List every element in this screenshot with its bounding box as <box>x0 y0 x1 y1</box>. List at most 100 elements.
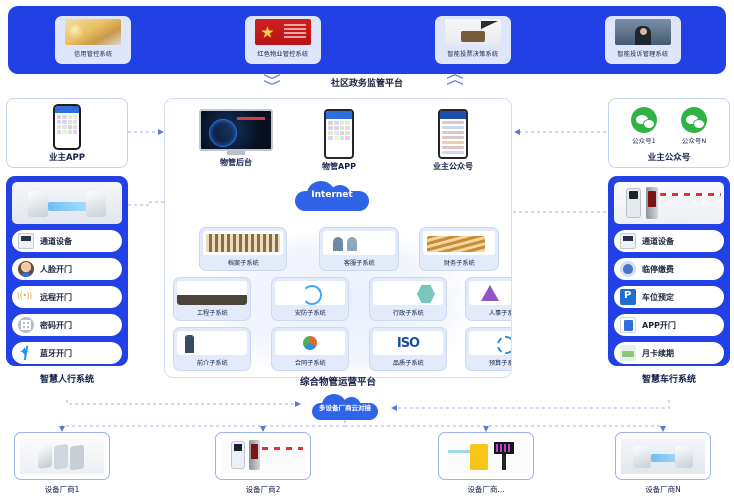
wechat-accounts: 公众号1 公众号N <box>609 107 729 145</box>
gov-card-complaint[interactable]: 智能投诉管理系统 <box>605 16 681 64</box>
subsystem-hr[interactable]: 人事子系统 <box>465 277 511 321</box>
subsystem-label: 行政子系统 <box>392 309 424 317</box>
subsystem-label: 预算子系统 <box>488 359 511 367</box>
feature-bluetooth-open[interactable]: 蓝牙开门 <box>12 342 122 364</box>
feature-password-open[interactable]: 密码开门 <box>12 314 122 336</box>
channel-device-icon <box>620 233 636 249</box>
subsystem-thumb <box>177 281 247 305</box>
feature-label: 通道设备 <box>40 236 72 246</box>
feature-label: 密码开门 <box>40 320 72 330</box>
wechat-account-label: 公众号N <box>681 137 707 145</box>
subsystem-engineering[interactable]: 工程子系统 <box>173 277 251 321</box>
subsystem-thumb <box>323 231 395 255</box>
meeting-thumb-icon <box>445 19 501 45</box>
feature-channel-device[interactable]: 通道设备 <box>12 230 122 252</box>
gov-card-label: 智能投诉管理系统 <box>617 50 669 58</box>
subsystem-budget[interactable]: 预算子系统 <box>465 327 511 371</box>
subsystem-customer-service[interactable]: 客服子系统 <box>319 227 399 271</box>
feature-label: 蓝牙开门 <box>40 348 72 358</box>
feature-remote-open[interactable]: 远程开门 <box>12 286 122 308</box>
subsystem-administration[interactable]: 行政子系统 <box>369 277 447 321</box>
feature-monthly-card-renew[interactable]: 月卡续期 <box>614 342 724 364</box>
subsystem-security[interactable]: 安防子系统 <box>271 277 349 321</box>
subsystem-label: 人事子系统 <box>488 309 511 317</box>
channel-device-icon <box>18 233 34 249</box>
feature-label: 车位预定 <box>642 292 674 302</box>
yellow-barrier-image <box>444 438 528 474</box>
subsystem-presales[interactable]: 前介子系统 <box>173 327 251 371</box>
subsystem-contract[interactable]: 合同子系统 <box>271 327 349 371</box>
gov-card-label: 信用管控系统 <box>73 50 113 58</box>
subsystem-label: 客服子系统 <box>343 259 375 267</box>
internet-cloud-icon: Internet <box>295 181 369 211</box>
remote-signal-icon <box>17 289 34 305</box>
wechat-icon <box>681 107 707 133</box>
pedestrian-gate-image <box>12 182 122 224</box>
management-phone-icon <box>324 109 354 159</box>
vendor-label: 设备厂商2 <box>245 485 281 494</box>
credit-thumb-icon <box>65 19 121 45</box>
owner-wechat-phone-icon <box>438 109 468 159</box>
vendor-label: 设备厂商... <box>467 485 505 494</box>
subsystem-thumb <box>373 331 443 355</box>
subsystem-finance[interactable]: 财务子系统 <box>419 227 499 271</box>
feature-label: 月卡续期 <box>642 348 674 358</box>
gov-card-red-property[interactable]: 红色物业管控系统 <box>245 16 321 64</box>
subsystem-archive[interactable]: 档案子系统 <box>199 227 287 271</box>
feature-app-open-door[interactable]: APP开门 <box>614 314 724 336</box>
feature-temp-parking-fee[interactable]: 临停缴费 <box>614 258 724 280</box>
subsystem-label: 合同子系统 <box>294 359 326 367</box>
owner-app-label: 业主APP <box>48 153 86 163</box>
subsystem-label: 工程子系统 <box>196 309 228 317</box>
subsystem-thumb <box>203 231 283 255</box>
vendor-card-3[interactable] <box>438 432 534 480</box>
vendor-card-1[interactable] <box>14 432 110 480</box>
subsystem-thumb <box>423 231 495 255</box>
node-owner-wechat[interactable]: 业主公众号 <box>423 109 483 172</box>
feature-face-open[interactable]: 人脸开门 <box>12 258 122 280</box>
vendor-card-n[interactable] <box>615 432 711 480</box>
vendor-card-2[interactable] <box>215 432 311 480</box>
speed-gate-image <box>621 438 705 474</box>
subsystem-thumb <box>275 281 345 305</box>
feature-label: 人脸开门 <box>40 264 72 274</box>
vendor-cloud-label: 多设备厂商云对接 <box>319 404 371 412</box>
subsystem-label: 前介子系统 <box>196 359 228 367</box>
app-open-door-icon <box>620 317 636 333</box>
smart-vehicle-panel: 通道设备 临停缴费 车位预定 APP开门 月卡续期 <box>608 176 730 366</box>
feature-label: 通道设备 <box>642 236 674 246</box>
turnstile-image <box>20 438 104 474</box>
owner-wechat-card[interactable]: 公众号1 公众号N 业主公众号 <box>608 98 730 168</box>
feature-label: 临停缴费 <box>642 264 674 274</box>
kiosk-barrier-image <box>221 438 305 474</box>
parking-reserve-icon <box>620 289 636 305</box>
subsystem-thumb <box>275 331 345 355</box>
node-management-app[interactable]: 物管APP <box>309 109 369 172</box>
gov-card-credit[interactable]: 信用管控系统 <box>55 16 131 64</box>
vendor-label: 设备厂商N <box>645 485 681 494</box>
vehicle-barrier-image <box>614 182 724 224</box>
feature-label: 远程开门 <box>40 292 72 302</box>
feature-channel-device[interactable]: 通道设备 <box>614 230 724 252</box>
subsystem-label: 档案子系统 <box>227 259 259 267</box>
node-management-console[interactable]: 物管后台 <box>193 109 279 168</box>
subsystem-thumb <box>373 281 443 305</box>
owner-app-card[interactable]: 业主APP <box>6 98 128 168</box>
subsystem-thumb <box>469 281 511 305</box>
operations-platform-label: 综合物管运营平台 <box>299 377 376 388</box>
subsystem-label: 财务子系统 <box>443 259 475 267</box>
gov-platform-bar: 信用管控系统 红色物业管控系统 智能投票决策系统 智能投诉管理系统 <box>8 6 726 74</box>
monthly-card-renew-icon <box>620 345 636 361</box>
subsystem-label: 安防子系统 <box>294 309 326 317</box>
wechat-account-n[interactable]: 公众号N <box>681 107 707 145</box>
gov-card-voting[interactable]: 智能投票决策系统 <box>435 16 511 64</box>
office-thumb-icon <box>615 19 671 45</box>
subsystem-quality[interactable]: 品质子系统 <box>369 327 447 371</box>
temp-parking-fee-icon <box>620 261 636 277</box>
node-label: 业主公众号 <box>433 162 473 171</box>
feature-parking-reserve[interactable]: 车位预定 <box>614 286 724 308</box>
wechat-account-1[interactable]: 公众号1 <box>631 107 657 145</box>
party-flag-thumb-icon <box>255 19 311 45</box>
subsystem-thumb <box>469 331 511 355</box>
wechat-icon <box>631 107 657 133</box>
